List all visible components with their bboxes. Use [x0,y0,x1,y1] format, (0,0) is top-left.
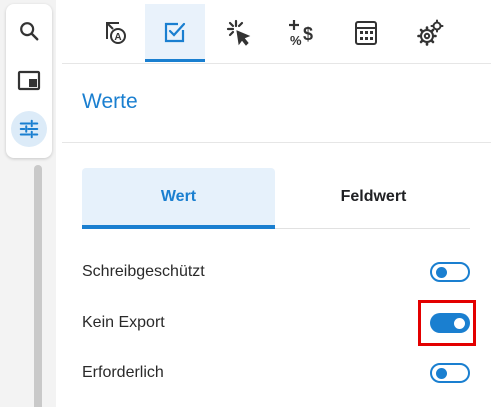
search-icon [18,20,40,42]
search-button[interactable] [11,13,47,49]
option-label: Schreibgeschützt [82,263,205,280]
window-icon [17,70,41,92]
tool-settings[interactable] [400,4,460,62]
tab-feldwert[interactable]: Feldwert [277,168,470,225]
option-required: Erforderlich [82,360,472,388]
svg-text:A: A [114,32,121,43]
read-only-toggle[interactable] [430,262,470,282]
properties-panel: A % $ Werte Wert Feldwert Schreibgeschüt… [62,0,491,407]
properties-button[interactable] [11,111,47,147]
tool-form-field[interactable]: A [86,4,146,62]
window-button[interactable] [11,63,47,99]
section-title: Werte [82,90,138,113]
panel-toolbar: A % $ [62,0,491,64]
tool-action[interactable] [209,4,269,62]
scrollbar[interactable] [34,165,42,407]
form-field-icon: A [102,19,130,47]
tool-calculate[interactable]: % $ [272,4,332,62]
tab-wert[interactable]: Wert [82,168,275,229]
calc-symbols-icon: % $ [287,19,317,47]
option-label: Kein Export [82,314,165,331]
option-no-export: Kein Export [82,310,472,338]
option-label: Erforderlich [82,364,164,381]
svg-text:$: $ [303,24,313,44]
toggle-knob [436,367,447,379]
calculator-icon [354,20,378,46]
checkbox-icon [162,19,188,45]
toggle-knob [436,266,447,278]
tool-calculator[interactable] [336,4,396,62]
side-rail [0,0,56,407]
tool-checkbox[interactable] [145,4,205,62]
option-read-only: Schreibgeschützt [82,259,472,287]
sliders-icon [18,118,40,140]
value-tabs: Wert Feldwert [82,168,470,229]
required-toggle[interactable] [430,363,470,383]
section-header: Werte [62,64,491,143]
highlight-box [418,300,476,346]
svg-text:%: % [290,33,302,47]
rail-toolbar [6,4,52,158]
cursor-click-icon [225,19,253,47]
gears-icon [416,19,444,47]
